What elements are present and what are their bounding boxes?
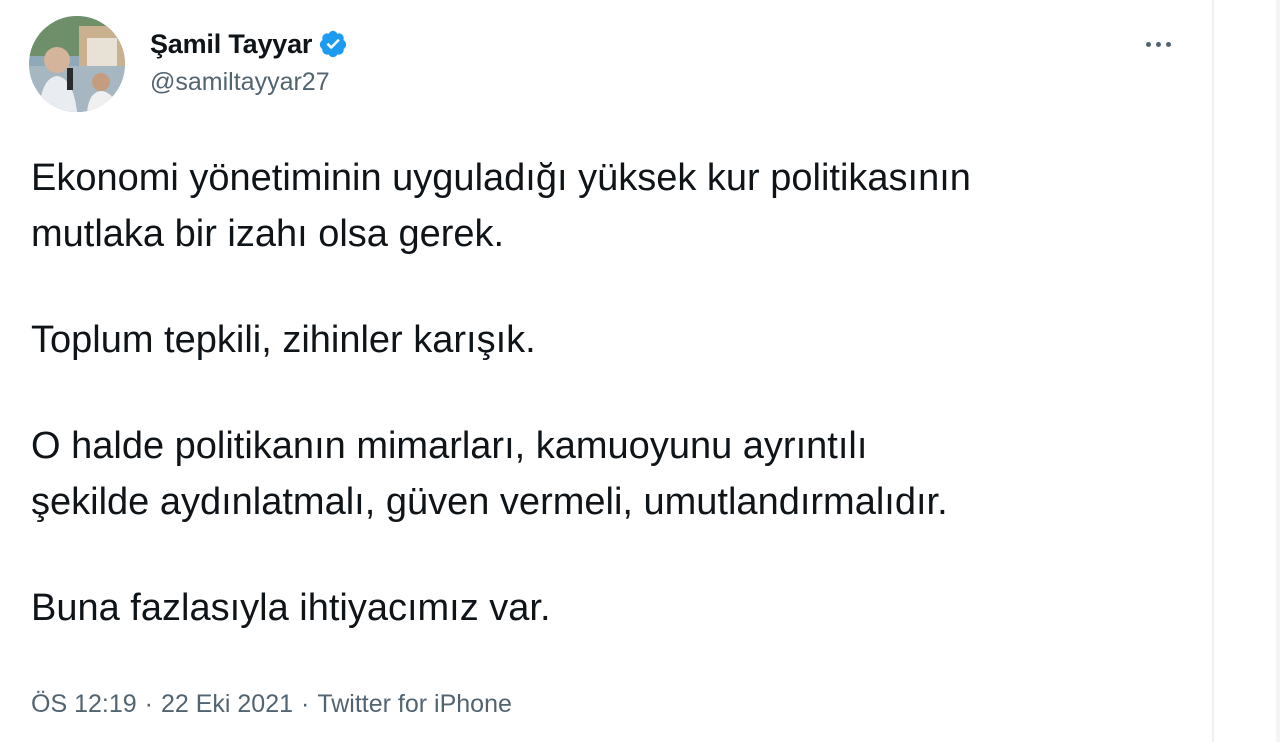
tweet-line: Toplum tepkili, zihinler karışık.	[31, 319, 536, 361]
tweet-date-link[interactable]: 22 Eki 2021	[161, 690, 293, 718]
column-divider	[1212, 0, 1214, 742]
username-handle[interactable]: @samiltayyar27	[150, 68, 330, 97]
more-horizontal-icon-dot	[1165, 41, 1171, 47]
tweet-text: Ekonomi yönetiminin uyguladığı yüksek ku…	[31, 150, 1191, 636]
tweet-line: mutlaka bir izahı olsa gerek.	[31, 213, 505, 255]
avatar[interactable]	[29, 16, 125, 112]
meta-separator: ·	[301, 690, 310, 718]
author-name-row: Şamil Tayyar	[150, 26, 348, 62]
side-panel-edge	[1276, 0, 1280, 742]
tweet-line: O halde politikanın mimarları, kamuoyunu…	[31, 425, 868, 467]
avatar-photo	[29, 16, 125, 112]
more-horizontal-icon	[1145, 41, 1151, 47]
meta-separator: ·	[144, 690, 153, 718]
display-name[interactable]: Şamil Tayyar	[150, 29, 312, 60]
tweet-line: Buna fazlasıyla ihtiyacımız var.	[31, 587, 551, 629]
verified-badge-icon	[318, 29, 348, 59]
more-horizontal-icon-dot	[1155, 41, 1161, 47]
tweet-line: Ekonomi yönetiminin uyguladığı yüksek ku…	[31, 157, 971, 199]
tweet-time-link[interactable]: ÖS 12:19	[31, 690, 137, 718]
more-options-button[interactable]	[1134, 28, 1182, 60]
tweet-card: Şamil Tayyar @samiltayyar27 Ekonomi yöne…	[0, 0, 1212, 742]
tweet-line: şekilde aydınlatmalı, güven vermeli, umu…	[31, 481, 948, 523]
tweet-source-link[interactable]: Twitter for iPhone	[317, 690, 512, 718]
tweet-metadata: ÖS 12:19 · 22 Eki 2021 · Twitter for iPhone	[31, 690, 512, 719]
